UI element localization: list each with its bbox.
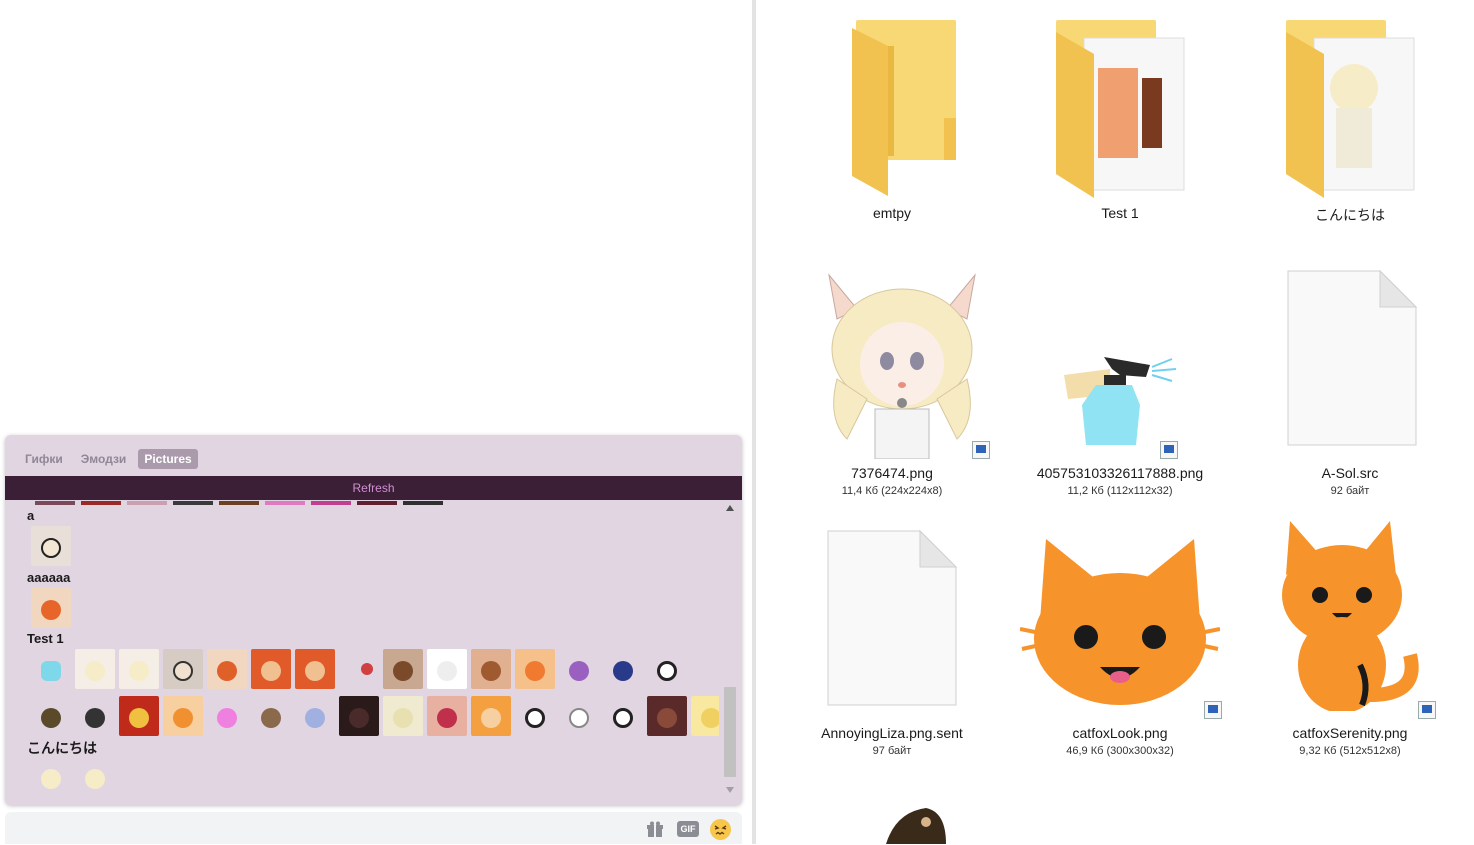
picture-thumbnail[interactable]	[559, 696, 599, 736]
blank-document-icon	[827, 529, 958, 706]
item-meta: 11,4 Кб (224x224x8)	[841, 485, 943, 497]
item-name: 7376474.png	[851, 465, 933, 481]
picture-thumbnail[interactable]	[251, 649, 291, 689]
scroll-up-arrow-icon[interactable]	[726, 505, 734, 511]
folder-with-preview-icon	[1056, 20, 1185, 198]
picture-thumbnail[interactable]	[691, 696, 719, 736]
item-name: Test 1	[1101, 205, 1139, 221]
tab-emoji[interactable]: Эмодзи	[75, 449, 133, 469]
folder-icon	[852, 20, 956, 196]
picture-thumbnail[interactable]	[427, 649, 467, 689]
picture-picker-popup: Гифки Эмодзи Pictures Refresh a aaaaaa T…	[5, 435, 742, 805]
spray-bottle-thumbnail[interactable]	[31, 649, 71, 689]
item-meta: 11,2 Кб (112x112x32)	[1067, 485, 1173, 497]
item-meta: 9,32 Кб (512x512x8)	[1299, 745, 1401, 757]
image-file-badge-icon	[1418, 701, 1436, 719]
picture-thumbnail[interactable]	[339, 649, 379, 689]
item-name: A-Sol.src	[1321, 465, 1379, 481]
salt-thumbnail[interactable]	[75, 696, 115, 736]
picture-thumbnail[interactable]	[295, 696, 335, 736]
item-meta: 46,9 Кб (300x300x32)	[1066, 745, 1174, 757]
picture-thumbnail[interactable]	[163, 696, 203, 736]
folder-test-1[interactable]: Test 1	[1010, 10, 1230, 230]
item-name: catfoxSerenity.png	[1292, 725, 1408, 741]
confounded-face-icon	[714, 825, 727, 835]
folder-label-a: a	[27, 508, 35, 523]
picture-thumbnail[interactable]	[119, 696, 159, 736]
picture-thumbnail[interactable]	[339, 696, 379, 736]
panda-thumbnail[interactable]	[603, 696, 643, 736]
folder-emtpy[interactable]: emtpy	[782, 10, 1002, 230]
picture-thumbnail[interactable]	[383, 696, 423, 736]
folder-label-aaaaaa: aaaaaa	[27, 570, 71, 585]
picture-thumbnail[interactable]	[251, 696, 291, 736]
orange-cat-face-thumbnail	[1020, 539, 1220, 705]
item-meta: 92 байт	[1330, 485, 1370, 497]
file-explorer: emtpy Test 1 こんにちは 7376474.png 11,4 Кб (…	[756, 0, 1474, 844]
picture-thumbnail[interactable]	[295, 649, 335, 689]
folder-konnichiwa[interactable]: こんにちは	[1240, 10, 1460, 230]
picture-thumbnail[interactable]	[207, 696, 247, 736]
spray-bottle-thumbnail	[1064, 357, 1177, 445]
file-catfoxserenity-png[interactable]: catfoxSerenity.png 9,32 Кб (512x512x8)	[1240, 515, 1460, 765]
picture-thumbnail[interactable]	[31, 757, 71, 797]
tab-gifs[interactable]: Гифки	[19, 449, 69, 469]
scrollbar-thumb[interactable]	[724, 687, 736, 777]
picture-thumbnail[interactable]	[163, 649, 203, 689]
item-name: こんにちは	[1315, 207, 1385, 223]
file-7376474-png[interactable]: 7376474.png 11,4 Кб (224x224x8)	[782, 265, 1002, 505]
picker-tabs: Гифки Эмодзи Pictures	[19, 449, 198, 469]
picture-thumbnail[interactable]	[383, 649, 423, 689]
picture-thumbnail[interactable]	[31, 696, 71, 736]
image-file-badge-icon	[1204, 701, 1222, 719]
picture-thumbnail[interactable]	[471, 649, 511, 689]
chat-input-bar: GIF	[5, 812, 742, 844]
folder-label-test-1: Test 1	[27, 631, 64, 646]
orange-sitting-cat-thumbnail	[1282, 521, 1419, 711]
chat-pane: Гифки Эмодзи Pictures Refresh a aaaaaa T…	[0, 0, 752, 844]
anime-cat-girl-thumbnail	[828, 273, 976, 459]
scroll-down-arrow-icon[interactable]	[726, 787, 734, 793]
folder-with-preview-icon	[1286, 20, 1415, 198]
file-catfoxlook-png[interactable]: catfoxLook.png 46,9 Кб (300x300x32)	[1010, 525, 1230, 765]
image-file-badge-icon	[972, 441, 990, 459]
gif-button[interactable]: GIF	[677, 821, 699, 837]
item-meta: 97 байт	[872, 745, 912, 757]
item-name: catfoxLook.png	[1072, 725, 1168, 741]
file-annoyingliza-png-sent[interactable]: AnnoyingLiza.png.sent 97 байт	[782, 525, 1002, 765]
gift-icon[interactable]	[646, 821, 664, 837]
picture-thumbnail[interactable]	[31, 526, 71, 566]
item-name: AnnoyingLiza.png.sent	[821, 725, 963, 741]
picture-thumbnail[interactable]	[515, 649, 555, 689]
picture-thumbnail[interactable]	[559, 649, 599, 689]
blank-document-icon	[1287, 269, 1418, 446]
picture-thumbnail[interactable]	[603, 649, 643, 689]
panda-thumbnail[interactable]	[647, 649, 687, 689]
picture-list: a aaaaaa Test 1 こんにちは	[23, 501, 719, 801]
picture-thumbnail[interactable]	[647, 696, 687, 736]
partially-visible-thumbnail[interactable]	[876, 802, 956, 844]
picture-thumbnail[interactable]	[427, 696, 467, 736]
file-405753103326117888-png[interactable]: 405753103326117888.png 11,2 Кб (112x112x…	[1010, 265, 1230, 505]
item-name: 405753103326117888.png	[1036, 465, 1204, 481]
item-name: emtpy	[872, 205, 912, 221]
picture-thumbnail[interactable]	[471, 696, 511, 736]
refresh-button[interactable]: Refresh	[5, 476, 742, 500]
picture-thumbnail[interactable]	[75, 649, 115, 689]
picture-thumbnail[interactable]	[119, 649, 159, 689]
folder-label-konnichiwa: こんにちは	[27, 740, 97, 756]
file-a-sol-src[interactable]: A-Sol.src 92 байт	[1240, 265, 1460, 505]
clipped-thumbnail-row	[35, 501, 475, 505]
panda-thumbnail[interactable]	[515, 696, 555, 736]
tab-pictures[interactable]: Pictures	[138, 449, 198, 469]
image-file-badge-icon	[1160, 441, 1178, 459]
picture-thumbnail[interactable]	[31, 588, 71, 628]
picture-thumbnail[interactable]	[207, 649, 247, 689]
picker-scrollbar[interactable]	[722, 501, 738, 801]
emoji-button[interactable]	[710, 819, 731, 840]
picture-thumbnail[interactable]	[75, 757, 115, 797]
